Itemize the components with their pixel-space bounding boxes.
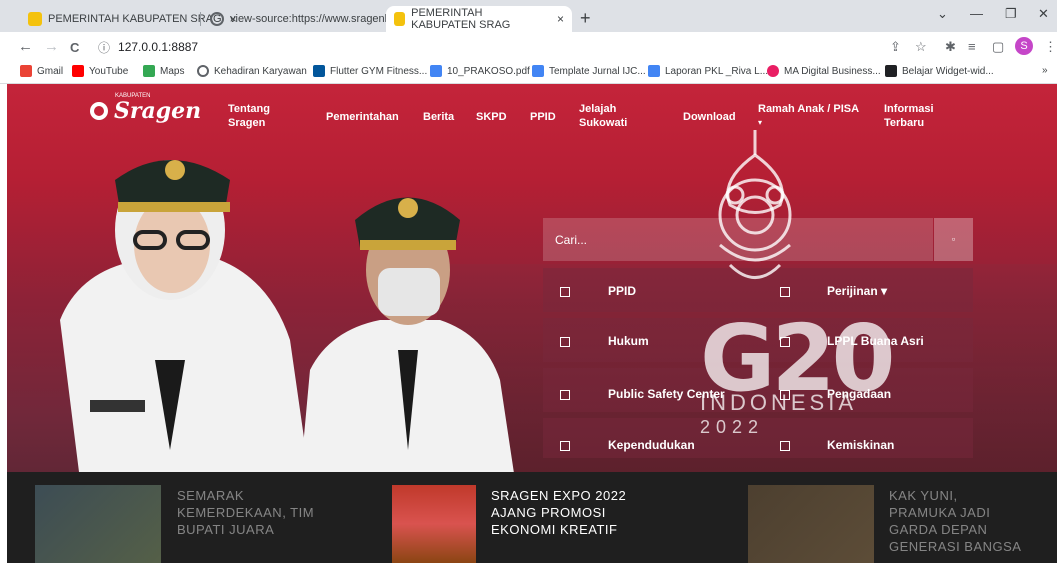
quick-link-public-safety-center[interactable]: Public Safety Center xyxy=(608,387,725,401)
flutter-icon xyxy=(313,65,325,77)
extensions-icon[interactable]: ✱ xyxy=(945,39,956,55)
browser-tab-3-active[interactable]: PEMERINTAH KABUPATEN SRAG × xyxy=(386,6,572,32)
bookmark-belajar-widget[interactable]: Belajar Widget-wid... xyxy=(885,65,994,77)
quick-link-ppid[interactable]: PPID xyxy=(608,284,636,298)
file-icon xyxy=(430,65,442,77)
back-button[interactable]: ← xyxy=(18,38,33,55)
hukum-icon xyxy=(560,337,570,347)
bookmark-label: YouTube xyxy=(89,65,129,77)
share-icon[interactable]: ⇪ xyxy=(890,39,901,55)
new-tab-button[interactable]: + xyxy=(580,8,591,29)
bookmark-kehadiran[interactable]: Kehadiran Karyawan xyxy=(197,65,307,77)
logo-kabupaten-text: KABUPATEN xyxy=(115,93,151,99)
maps-icon xyxy=(143,65,155,77)
menu-berita[interactable]: Berita xyxy=(423,110,454,124)
bookmark-label: Laporan PKL _Riva L... xyxy=(665,65,769,77)
globe-icon xyxy=(210,12,224,26)
bookmark-ma-digital[interactable]: MA Digital Business... xyxy=(767,65,881,77)
url-text: 127.0.0.1:8887 xyxy=(118,40,199,54)
quick-link-perijinan[interactable]: Perijinan ▾ xyxy=(827,284,887,298)
close-window-button[interactable]: ✕ xyxy=(1038,6,1049,22)
maximize-button[interactable]: ❐ xyxy=(1005,6,1017,22)
bookmarks-overflow-button[interactable]: » xyxy=(1042,65,1048,76)
safety-icon xyxy=(560,390,570,400)
site-info-icon[interactable]: ⓘ xyxy=(98,39,110,56)
address-bar[interactable]: ⓘ 127.0.0.1:8887 xyxy=(98,36,198,58)
site-favicon-icon xyxy=(394,12,406,26)
official-man-portrait xyxy=(300,197,515,480)
news-thumbnail[interactable] xyxy=(35,485,161,563)
bookmark-label: Maps xyxy=(160,65,185,77)
bookmark-prakoso-pdf[interactable]: 10_PRAKOSO.pdf xyxy=(430,65,530,77)
bookmark-gmail[interactable]: Gmail xyxy=(20,65,63,77)
reload-button[interactable]: C xyxy=(70,40,79,55)
quick-link-pengadaan[interactable]: Pengadaan xyxy=(827,387,891,401)
video-icon xyxy=(885,65,897,77)
tab-title: PEMERINTAH KABUPATEN SRAG xyxy=(48,13,222,25)
news-title-sragen-expo[interactable]: SRAGEN EXPO 2022 AJANG PROMOSI EKONOMI K… xyxy=(491,487,626,538)
bookmark-label: MA Digital Business... xyxy=(784,65,881,77)
site-logo[interactable]: KABUPATEN Sragen xyxy=(90,93,202,124)
bookmark-label: Template Jurnal IJC... xyxy=(549,65,646,77)
menu-ppid[interactable]: PPID xyxy=(530,110,556,124)
bookmark-template-jurnal[interactable]: Template Jurnal IJC... xyxy=(532,65,646,77)
file-icon xyxy=(648,65,660,77)
bookmark-label: Gmail xyxy=(37,65,64,77)
menu-skpd[interactable]: SKPD xyxy=(476,110,507,124)
tab-title: PEMERINTAH KABUPATEN SRAG xyxy=(411,7,511,31)
bookmark-label: Kehadiran Karyawan xyxy=(214,65,307,77)
menu-tentang-sragen[interactable]: Tentang Sragen xyxy=(228,102,270,130)
globe-icon xyxy=(197,65,209,77)
bookmark-label: Flutter GYM Fitness... xyxy=(330,65,428,77)
bookmark-star-icon[interactable]: ☆ xyxy=(915,39,927,55)
news-title-semarak[interactable]: SEMARAK KEMERDEKAAN, TIM BUPATI JUARA xyxy=(177,487,314,538)
menu-jelajah-sukowati[interactable]: Jelajah Sukowati xyxy=(579,102,627,130)
minimize-button[interactable]: — xyxy=(970,6,983,21)
close-tab-icon[interactable]: × xyxy=(557,12,564,26)
tab-title: view-source:https://www.sragenk xyxy=(230,13,391,25)
procurement-icon xyxy=(780,390,790,400)
quick-link-hukum[interactable]: Hukum xyxy=(608,334,649,348)
reading-list-icon[interactable]: ≡ xyxy=(968,39,976,54)
menu-pemerintahan[interactable]: Pemerintahan xyxy=(326,110,399,124)
news-title-kak-yuni[interactable]: KAK YUNI, PRAMUKA JADI GARDA DEPAN GENER… xyxy=(889,487,1021,555)
bookmark-youtube[interactable]: YouTube xyxy=(72,65,128,77)
menu-download[interactable]: Download xyxy=(683,110,736,124)
poverty-icon xyxy=(780,441,790,451)
search-input[interactable]: Cari... xyxy=(543,218,933,261)
youtube-icon xyxy=(72,65,84,77)
quick-link-kemiskinan[interactable]: Kemiskinan xyxy=(827,438,894,452)
ppid-icon xyxy=(560,287,570,297)
bookmark-label: Belajar Widget-wid... xyxy=(902,65,994,77)
menu-ramah-anak-pisa[interactable]: Ramah Anak / PISA xyxy=(758,102,859,116)
news-thumbnail[interactable] xyxy=(748,485,874,563)
browser-tab-2[interactable]: view-source:https://www.sragenk × xyxy=(202,6,413,32)
sragen-emblem-icon xyxy=(90,102,108,120)
quick-link-kependudukan[interactable]: Kependudukan xyxy=(608,438,695,452)
file-icon xyxy=(532,65,544,77)
gmail-icon xyxy=(20,65,32,77)
bookmark-label: 10_PRAKOSO.pdf xyxy=(447,65,530,77)
quick-link-lppl-buana-asri[interactable]: LPPL Buana Asri xyxy=(827,334,924,348)
bookmark-flutter-gym[interactable]: Flutter GYM Fitness... xyxy=(313,65,427,77)
dropdown-caret-icon: ▾ xyxy=(758,118,763,127)
menu-icon[interactable]: ⋮ xyxy=(1044,39,1057,55)
tab-search-icon[interactable]: ⌄ xyxy=(937,6,948,22)
site-favicon-icon xyxy=(28,12,42,26)
profile-avatar[interactable]: S xyxy=(1015,37,1033,55)
search-button[interactable]: ▫ xyxy=(934,218,973,261)
side-panel-icon[interactable]: ▢ xyxy=(992,39,1004,55)
population-icon xyxy=(560,441,570,451)
menu-informasi-terbaru[interactable]: Informasi Terbaru xyxy=(884,102,934,130)
news-thumbnail[interactable] xyxy=(392,485,476,563)
perijinan-icon xyxy=(780,287,790,297)
bookmark-laporan-pkl[interactable]: Laporan PKL _Riva L... xyxy=(648,65,768,77)
bookmark-maps[interactable]: Maps xyxy=(143,65,184,77)
ma-icon xyxy=(767,65,779,77)
forward-button[interactable]: → xyxy=(44,38,59,55)
logo-sragen-text: Sragen xyxy=(114,98,202,124)
radio-icon xyxy=(780,337,790,347)
tab-separator xyxy=(200,12,201,26)
official-woman-portrait xyxy=(60,160,310,480)
